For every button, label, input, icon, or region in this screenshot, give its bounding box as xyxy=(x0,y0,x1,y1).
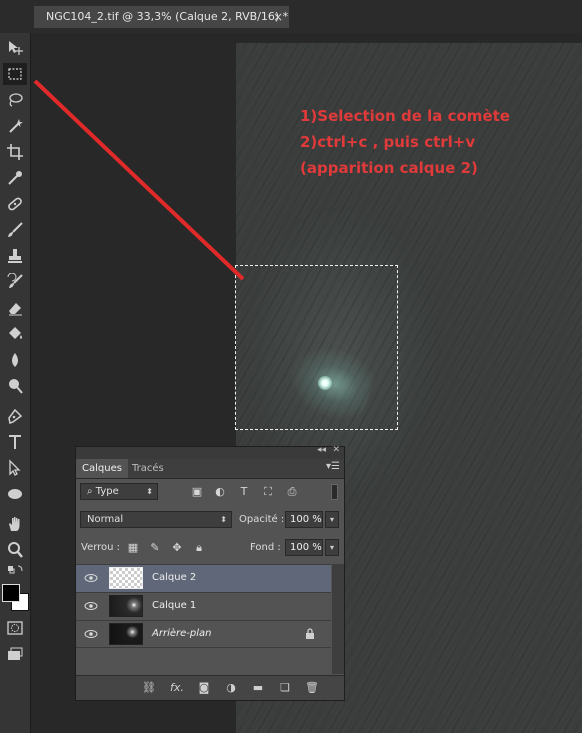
filter-kind-value: Type xyxy=(95,486,119,497)
opacity-chevron-icon[interactable]: ▾ xyxy=(325,511,339,528)
document-tab-title: NGC104_2.tif @ 33,3% (Calque 2, RVB/16) … xyxy=(46,10,289,23)
annotation-line-2: 2)ctrl+c , puis ctrl+v xyxy=(300,133,476,151)
filter-row: ⌕ Type ⬍ ▣ ◐ T ⛶ ⎙ xyxy=(76,483,344,503)
foreground-color-swatch[interactable] xyxy=(2,584,20,602)
visibility-eye-icon[interactable] xyxy=(84,628,98,640)
opacity-label: Opacité : xyxy=(239,514,285,525)
layer-row-calque-1[interactable]: Calque 1 xyxy=(76,592,331,620)
layer-name: Arrière-plan xyxy=(152,628,212,639)
zoom-icon[interactable] xyxy=(3,539,27,561)
opacity-input[interactable]: 100 % xyxy=(285,511,323,528)
lock-all-icon[interactable]: 🔒︎ xyxy=(192,541,206,555)
tab-calques[interactable]: Calques xyxy=(76,459,128,478)
annotation-line-3: (apparition calque 2) xyxy=(300,159,478,177)
eyedropper-icon[interactable] xyxy=(3,167,27,189)
brush-icon[interactable] xyxy=(3,219,27,241)
annotation-line-1: 1)Selection de la comète xyxy=(300,107,510,125)
crop-icon[interactable] xyxy=(3,141,27,163)
lasso-icon[interactable] xyxy=(3,89,27,111)
visibility-eye-icon[interactable] xyxy=(84,572,98,584)
panel-footer: ⛓ fx. ◙ ◑ ▬ ❏ 🗑︎ xyxy=(76,675,344,700)
annotation-text: 1)Selection de la comète 2)ctrl+c , puis… xyxy=(300,103,510,181)
fill-input[interactable]: 100 % xyxy=(285,539,323,556)
fill-label: Fond : xyxy=(250,542,281,553)
fx-icon[interactable]: fx. xyxy=(170,681,184,695)
panel-tabs: Calques Tracés ▾☰ xyxy=(76,459,344,479)
close-tab-icon[interactable]: × xyxy=(273,6,283,28)
move-tool-icon[interactable] xyxy=(3,37,27,59)
filter-type-icon[interactable]: T xyxy=(237,485,251,499)
tools-panel xyxy=(0,33,31,733)
link-layers-icon[interactable]: ⛓ xyxy=(142,681,156,695)
screen-mode-icon[interactable] xyxy=(3,643,27,665)
path-selection-icon[interactable] xyxy=(3,457,27,479)
visibility-eye-icon[interactable] xyxy=(84,600,98,612)
close-panel-icon[interactable]: ✕ xyxy=(332,445,340,455)
filter-shape-icon[interactable]: ⛶ xyxy=(261,485,275,499)
tab-traces[interactable]: Tracés xyxy=(126,459,170,478)
lock-row: Verrou : ▦ ✎ ✥ 🔒︎ Fond : 100 % ▾ xyxy=(76,539,344,559)
chevron-updown-icon: ⬍ xyxy=(220,515,227,524)
layer-thumbnail-comet xyxy=(109,595,143,617)
swap-colors-icon[interactable] xyxy=(3,563,27,577)
filter-kind-dropdown[interactable]: ⌕ Type ⬍ xyxy=(80,483,158,500)
filter-toggle[interactable] xyxy=(331,484,338,500)
dodge-icon[interactable] xyxy=(3,375,27,397)
document-tab-bar: NGC104_2.tif @ 33,3% (Calque 2, RVB/16) … xyxy=(0,0,582,33)
collapse-panel-icon[interactable]: ◂◂ xyxy=(317,445,326,455)
rectangular-marquee-icon[interactable] xyxy=(3,63,27,85)
ellipse-tool-icon[interactable] xyxy=(3,483,27,505)
layers-scrollbar[interactable] xyxy=(332,564,344,674)
history-brush-icon[interactable] xyxy=(3,271,27,293)
clone-stamp-icon[interactable] xyxy=(3,245,27,267)
quick-mask-icon[interactable] xyxy=(3,617,27,639)
eraser-icon[interactable] xyxy=(3,297,27,319)
chevron-updown-icon: ⬍ xyxy=(146,487,153,496)
hand-icon[interactable] xyxy=(3,513,27,535)
blend-mode-dropdown[interactable]: Normal ⬍ xyxy=(80,511,232,528)
magic-wand-icon[interactable] xyxy=(3,115,27,137)
lock-position-icon[interactable]: ✥ xyxy=(170,541,184,555)
layer-name: Calque 1 xyxy=(152,600,197,611)
lock-pixels-icon[interactable]: ✎ xyxy=(148,541,162,555)
new-group-icon[interactable]: ▬ xyxy=(251,681,265,695)
lock-transparency-icon[interactable]: ▦ xyxy=(126,541,140,555)
lock-label: Verrou : xyxy=(81,542,121,553)
filter-smart-object-icon[interactable]: ⎙ xyxy=(285,485,299,499)
filter-adjustment-icon[interactable]: ◐ xyxy=(213,485,227,499)
pen-icon[interactable] xyxy=(3,405,27,427)
layer-row-arriere-plan[interactable]: Arrière-plan xyxy=(76,620,331,648)
layer-name: Calque 2 xyxy=(152,572,197,583)
fill-chevron-icon[interactable]: ▾ xyxy=(325,539,339,556)
blend-mode-value: Normal xyxy=(87,514,124,525)
new-layer-icon[interactable]: ❏ xyxy=(278,681,292,695)
search-icon: ⌕ xyxy=(87,486,96,497)
layer-list: Calque 2 Calque 1 Arrière-plan xyxy=(76,564,331,674)
add-mask-icon[interactable]: ◙ xyxy=(197,681,211,695)
filter-pixel-icon[interactable]: ▣ xyxy=(190,485,204,499)
panel-header: ◂◂ ✕ xyxy=(76,445,344,459)
blur-icon[interactable] xyxy=(3,349,27,371)
layer-lock-icon xyxy=(306,628,314,639)
document-tab[interactable]: NGC104_2.tif @ 33,3% (Calque 2, RVB/16) … xyxy=(34,6,289,28)
paint-bucket-icon[interactable] xyxy=(3,323,27,345)
delete-layer-icon[interactable]: 🗑︎ xyxy=(305,681,319,695)
marquee-selection[interactable] xyxy=(235,265,398,430)
layer-row-calque-2[interactable]: Calque 2 xyxy=(76,564,331,592)
color-swatches[interactable] xyxy=(2,584,29,611)
adjustment-layer-icon[interactable]: ◑ xyxy=(224,681,238,695)
layer-thumbnail-transparent xyxy=(109,567,143,589)
blend-row: Normal ⬍ Opacité : 100 % ▾ xyxy=(76,511,344,531)
layer-thumbnail-starfield xyxy=(109,623,143,645)
panel-menu-icon[interactable]: ▾☰ xyxy=(326,461,340,472)
layers-panel: ◂◂ ✕ Calques Tracés ▾☰ ⌕ Type ⬍ ▣ ◐ T ⛶ … xyxy=(75,445,345,701)
healing-brush-icon[interactable] xyxy=(3,193,27,215)
type-tool-icon[interactable] xyxy=(3,431,27,453)
